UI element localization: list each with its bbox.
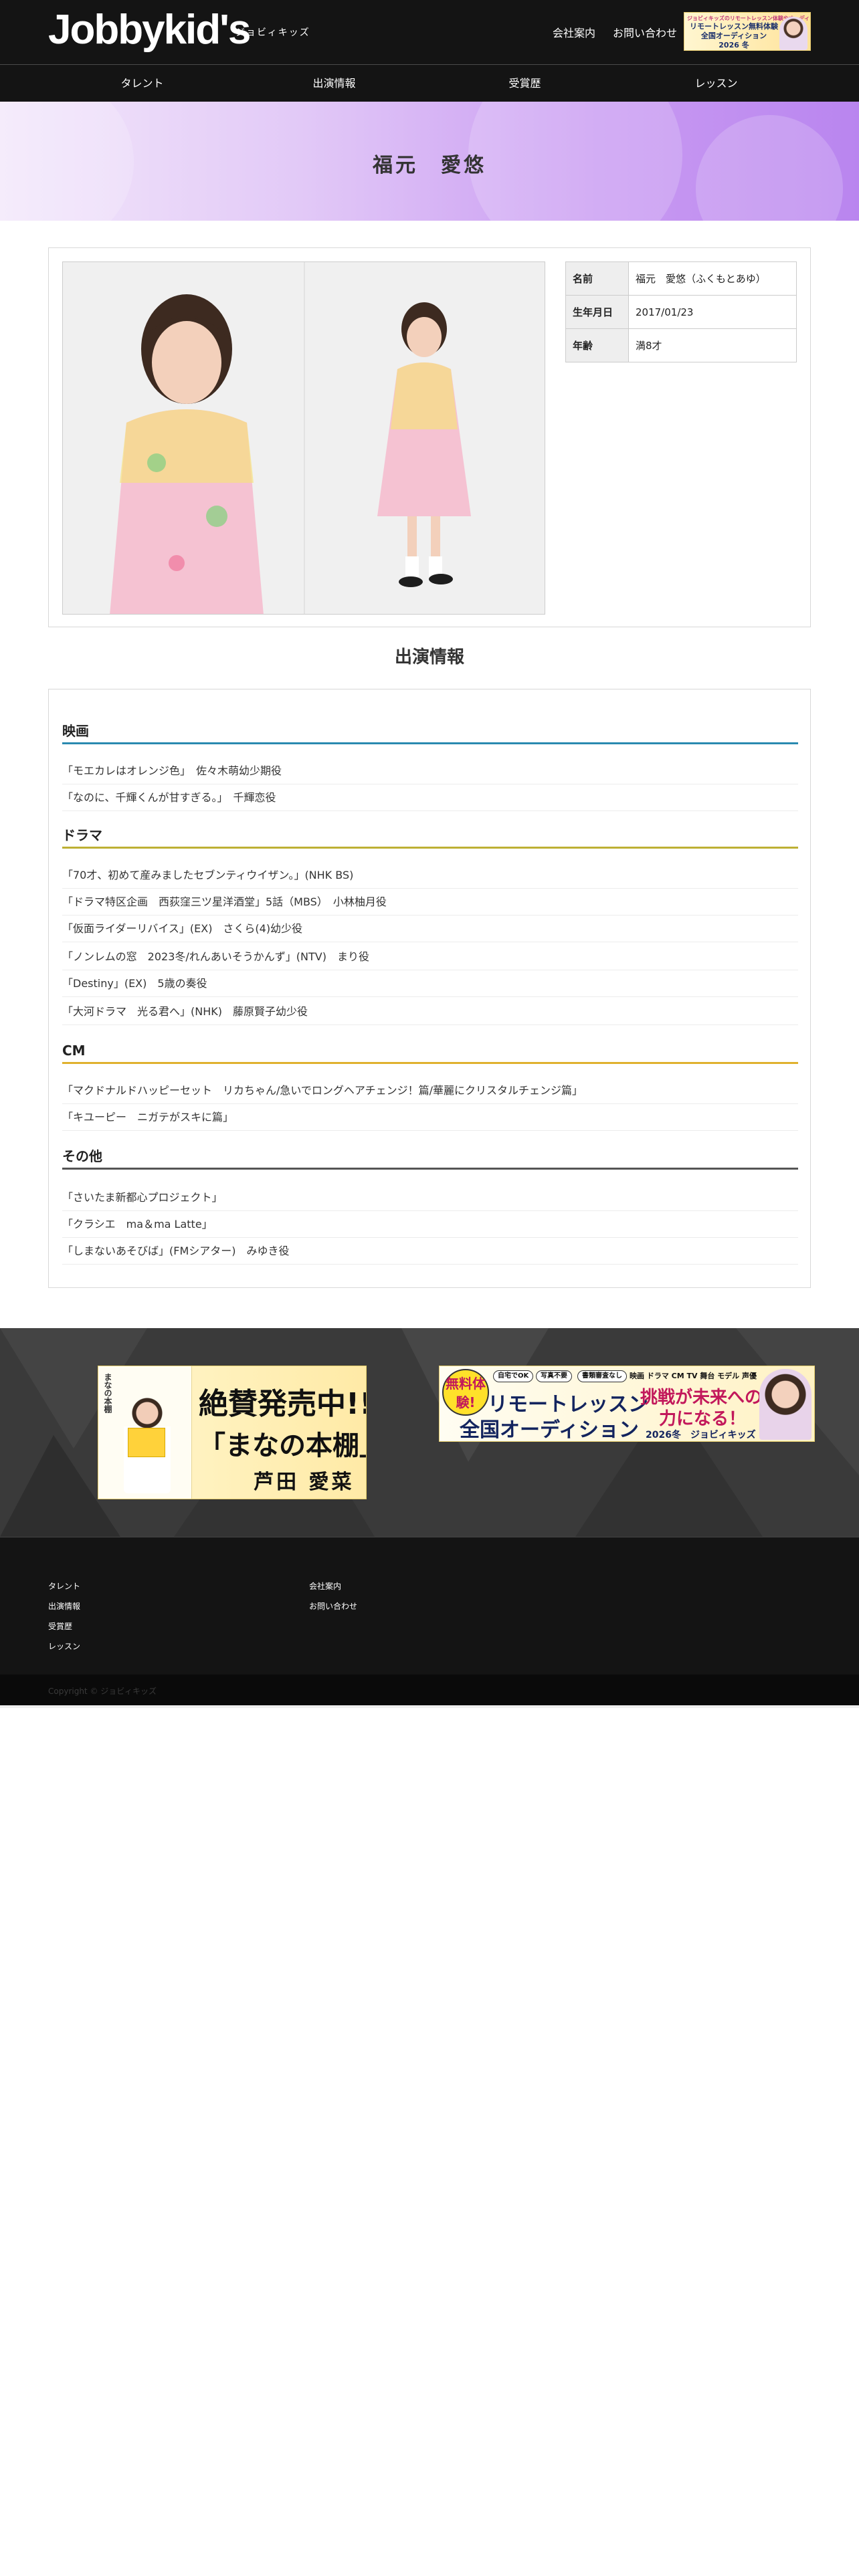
- book-cover: まなの本棚: [98, 1366, 192, 1499]
- list-item: 「ノンレムの窓 2023冬/れんあいそうかんず」(NTV) まり役: [62, 944, 798, 970]
- header-audition-banner[interactable]: ジョビィキッズのリモートレッスン体験やオーディション リモートレッスン無料体験 …: [684, 12, 811, 51]
- copyright-bar: Copyright © ジョビィキッズ: [0, 1675, 859, 1705]
- header-banner-year: 2026 冬: [719, 41, 749, 49]
- page-bottom-divider: [0, 1705, 859, 1708]
- profile-row-birthday: 生年月日 2017/01/23: [565, 295, 797, 329]
- profile-row-name: 名前 福元 愛悠（ふくもとあゆ）: [565, 261, 797, 296]
- page-title: 福元 愛悠: [373, 154, 486, 177]
- page-hero: 福元 愛悠: [0, 102, 859, 221]
- book-banner[interactable]: まなの本棚 絶賛発売中!! 「まなの本棚」 芦田 愛菜: [98, 1366, 367, 1499]
- header-banner-photo: [779, 17, 807, 50]
- profile-card: 名前 福元 愛悠（ふくもとあゆ） 生年月日 2017/01/23 年齢 満8才: [48, 247, 811, 627]
- profile-label: 年齢: [565, 328, 629, 362]
- audition-banner[interactable]: 無料体験! 自宅でOK 写真不要 書類審査なし 映画 ドラマ CM TV 舞台 …: [439, 1366, 815, 1442]
- category-drama: ドラマ: [62, 826, 798, 849]
- audition-free-badge: 無料体験!: [442, 1369, 489, 1416]
- header-link-contact[interactable]: お問い合わせ: [613, 24, 677, 40]
- audition-tag: 自宅でOK: [493, 1370, 534, 1382]
- nav-item-lessons[interactable]: レッスン: [609, 65, 824, 102]
- header-banner-main-label: リモートレッスン無料体験 全国オーディション: [690, 22, 778, 40]
- nav-item-awards[interactable]: 受賞歴: [417, 65, 632, 102]
- list-item: 「Destiny」(EX) 5歳の奏役: [62, 970, 798, 997]
- banner-area: まなの本棚 絶賛発売中!! 「まなの本棚」 芦田 愛菜 無料体験! 自宅でOK …: [0, 1328, 859, 1537]
- list-item: 「70才、初めて産みましたセブンティウイザン。」(NHK BS): [62, 862, 798, 889]
- audition-media: 映画 ドラマ CM TV 舞台 モデル 声優: [630, 1372, 757, 1380]
- profile-label: 生年月日: [565, 295, 629, 329]
- footer-link-awards[interactable]: 受賞歴: [48, 1620, 72, 1632]
- footer-link-appearances[interactable]: 出演情報: [48, 1600, 80, 1612]
- audition-tag: 写真不要: [536, 1370, 572, 1382]
- site-header: Jobbykid's ジョビィキッズ 会社案内 お問い合わせ ジョビィキッズのリ…: [0, 0, 859, 64]
- category-movie: 映画: [62, 722, 798, 744]
- profile-value: 福元 愛悠（ふくもとあゆ）: [628, 261, 797, 296]
- book-banner-title: 「まなの本棚」: [199, 1430, 366, 1461]
- profile-row-age: 年齢 満8才: [565, 328, 797, 362]
- nav-item-appearances[interactable]: 出演情報: [227, 65, 442, 102]
- nav-item-talent[interactable]: タレント: [35, 65, 250, 102]
- footer-link-company[interactable]: 会社案内: [309, 1580, 341, 1592]
- category-other: その他: [62, 1147, 798, 1170]
- audition-slogan-line2: 力になる！: [659, 1409, 747, 1429]
- site-logo[interactable]: Jobbykid's: [48, 7, 251, 53]
- footer-link-contact[interactable]: お問い合わせ: [309, 1600, 357, 1612]
- footer-link-lessons[interactable]: レッスン: [48, 1640, 80, 1652]
- site-logo-subtitle: ジョビィキッズ: [235, 27, 310, 38]
- list-item: 「大河ドラマ 光る君へ」(NHK) 藤原賢子幼少役: [62, 998, 798, 1025]
- list-item: 「ドラマ特区企画 西荻窪三ツ星洋酒堂」5話（MBS） 小林柚月役: [62, 889, 798, 916]
- list-item: 「モエカレはオレンジ色」 佐々木萌幼少期役: [62, 758, 798, 784]
- list-item: 「クラシエ ma＆ma Latte」: [62, 1211, 798, 1238]
- header-link-company[interactable]: 会社案内: [553, 24, 595, 40]
- book-cover-title: まなの本棚: [103, 1373, 112, 1413]
- list-item: 「しまないあそびば」(FMシアター) みゆき役: [62, 1238, 798, 1265]
- audition-tag: 書類審査なし: [577, 1370, 627, 1382]
- profile-label: 名前: [565, 261, 629, 296]
- book-cover-book: [128, 1428, 165, 1457]
- book-banner-author: 芦田 愛菜: [254, 1471, 355, 1494]
- category-cm: CM: [62, 1041, 798, 1064]
- profile-value: 満8才: [628, 328, 797, 362]
- profile-value: 2017/01/23: [628, 295, 797, 329]
- profile-photo: [62, 261, 545, 615]
- footer-link-talent[interactable]: タレント: [48, 1580, 80, 1592]
- list-item: 「マクドナルドハッピーセット リカちゃん/急いでロングヘアチェンジ！篇/華麗にク…: [62, 1077, 798, 1104]
- profile-table: 名前 福元 愛悠（ふくもとあゆ） 生年月日 2017/01/23 年齢 満8才: [565, 261, 797, 362]
- book-banner-headline: 絶賛発売中!!: [199, 1387, 367, 1421]
- profile-photo-image: [63, 262, 545, 614]
- copyright: Copyright © ジョビィキッズ: [48, 1687, 157, 1696]
- header-banner-main-text: リモートレッスン無料体験 全国オーディション 2026 冬: [687, 22, 781, 50]
- audition-photo: [759, 1369, 812, 1440]
- audition-year: 2026冬 ジョビィキッズ: [646, 1430, 756, 1440]
- appearances-card: 映画 「モエカレはオレンジ色」 佐々木萌幼少期役 「なのに、千輝くんが甘すぎる。…: [48, 689, 811, 1288]
- list-item: 「さいたま新都心プロジェクト」: [62, 1184, 798, 1211]
- audition-main-line2: 全国オーディション: [460, 1418, 639, 1442]
- list-item: 「キユーピー ニガテがスキに篇」: [62, 1104, 798, 1131]
- main-nav: タレント 出演情報 受賞歴 レッスン: [0, 64, 859, 102]
- site-footer: タレント 出演情報 受賞歴 レッスン 会社案内 お問い合わせ: [0, 1537, 859, 1675]
- list-item: 「仮面ライダーリバイス」(EX) さくら(4)幼少役: [62, 916, 798, 942]
- list-item: 「なのに、千輝くんが甘すぎる。」 千輝恋役: [62, 784, 798, 811]
- appearances-title: 出演情報: [394, 647, 464, 667]
